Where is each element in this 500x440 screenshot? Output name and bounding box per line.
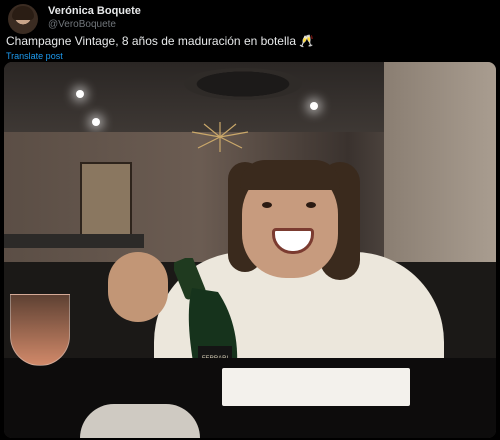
avatar[interactable] bbox=[8, 4, 38, 34]
translate-post-link[interactable]: Translate post bbox=[6, 51, 63, 61]
post-text: Champagne Vintage, 8 años de maduración … bbox=[6, 34, 315, 48]
napkin bbox=[222, 368, 410, 406]
display-name[interactable]: Verónica Boquete bbox=[48, 5, 141, 17]
user-handle[interactable]: @VeroBoquete bbox=[48, 19, 116, 30]
wine-glass bbox=[10, 294, 70, 366]
tweet: Verónica Boquete @VeroBoquete Champagne … bbox=[0, 0, 500, 440]
post-photo[interactable]: FERRARI bbox=[4, 62, 496, 438]
